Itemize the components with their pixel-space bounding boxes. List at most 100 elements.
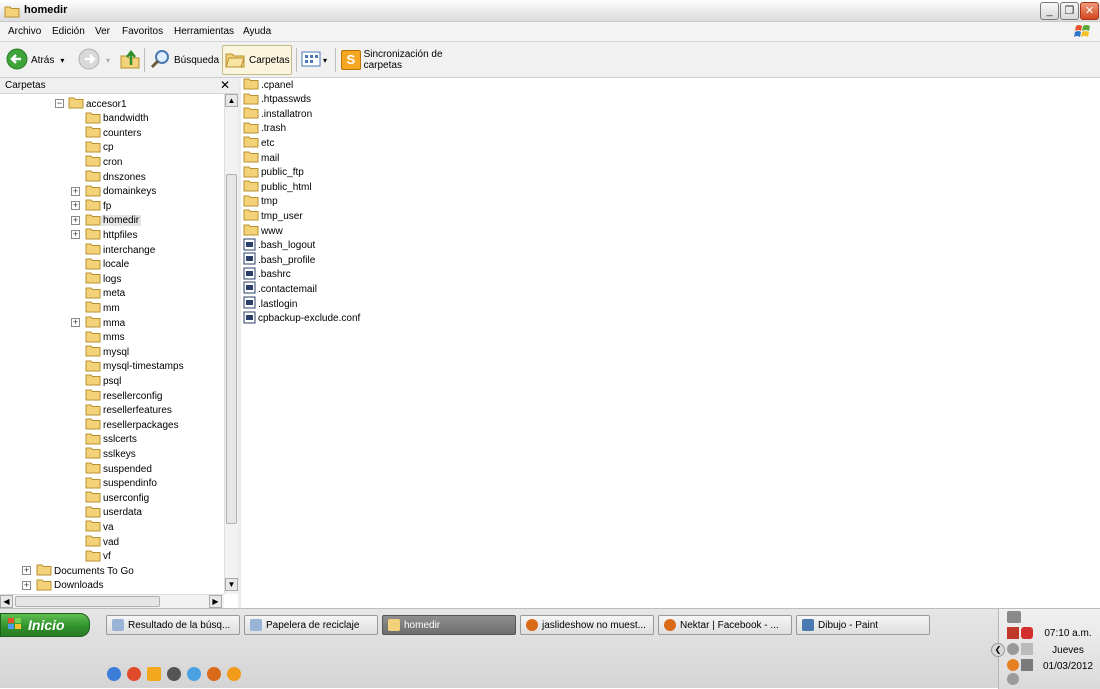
- expand-toggle[interactable]: +: [71, 215, 80, 225]
- sync-folders-button[interactable]: S Sincronización de carpetas: [341, 45, 481, 75]
- scroll-right-button[interactable]: ▶: [209, 595, 222, 608]
- back-dropdown-icon[interactable]: ▾: [60, 56, 64, 65]
- tree-item[interactable]: logs: [85, 272, 123, 286]
- up-folder-button[interactable]: [119, 45, 141, 75]
- file-item[interactable]: .bash_logout: [243, 238, 315, 253]
- menu-ver[interactable]: Ver: [95, 26, 110, 37]
- file-item[interactable]: .lastlogin: [243, 296, 297, 311]
- expand-toggle[interactable]: +: [71, 201, 80, 211]
- tree-item[interactable]: Downloads: [36, 579, 105, 593]
- security-icon[interactable]: [1021, 627, 1033, 639]
- tree-item[interactable]: userconfig: [85, 491, 151, 505]
- tree-item[interactable]: cp: [85, 141, 116, 155]
- taskbar-button[interactable]: Resultado de la búsq...: [106, 615, 240, 635]
- quick-launch-ie-icon[interactable]: [107, 667, 121, 681]
- maximize-button[interactable]: ❐: [1060, 2, 1079, 20]
- tree-item[interactable]: bandwidth: [85, 112, 151, 126]
- views-dropdown-icon[interactable]: ▾: [323, 56, 327, 65]
- tree-item[interactable]: interchange: [85, 243, 157, 257]
- tree-item[interactable]: mma: [85, 316, 127, 330]
- clock-time[interactable]: 07:10 a.m.: [1039, 628, 1097, 639]
- file-item[interactable]: cpbackup-exclude.conf: [243, 311, 360, 326]
- menu-ayuda[interactable]: Ayuda: [243, 26, 271, 37]
- close-folders-pane-button[interactable]: ✕: [220, 78, 230, 92]
- close-button[interactable]: ✕: [1080, 2, 1099, 20]
- update-icon[interactable]: [1007, 643, 1019, 655]
- scroll-down-button[interactable]: ▼: [225, 578, 238, 591]
- file-item[interactable]: .contactemail: [243, 281, 317, 296]
- tree-item[interactable]: mms: [85, 331, 127, 345]
- tree-horizontal-scrollbar[interactable]: ◀ ▶: [0, 594, 224, 608]
- tree-item[interactable]: mm: [85, 301, 122, 315]
- folder-item[interactable]: tmp: [243, 195, 278, 209]
- minimize-button[interactable]: _: [1040, 2, 1059, 20]
- tree-item[interactable]: fp: [85, 199, 113, 213]
- expand-toggle[interactable]: +: [22, 566, 31, 576]
- collapse-toggle[interactable]: −: [55, 99, 64, 108]
- app-tray-icon[interactable]: [1007, 659, 1019, 671]
- tree-item[interactable]: vf: [85, 550, 113, 564]
- tree-item[interactable]: mysql-timestamps: [85, 360, 186, 374]
- tree-item[interactable]: mysql: [85, 345, 131, 359]
- folder-item[interactable]: etc: [243, 136, 274, 150]
- forward-dropdown-icon[interactable]: ▾: [106, 56, 110, 65]
- tree-item[interactable]: domainkeys: [85, 185, 158, 199]
- tree-vertical-scrollbar[interactable]: ▲ ▼: [224, 94, 238, 594]
- device-icon[interactable]: [1021, 643, 1033, 655]
- tree-item[interactable]: counters: [85, 126, 143, 140]
- tree-item[interactable]: psql: [85, 374, 123, 388]
- tree-item[interactable]: accesor1: [68, 97, 129, 111]
- quick-launch-messenger-icon[interactable]: [187, 667, 201, 681]
- expand-toggle[interactable]: +: [71, 186, 80, 196]
- forward-button[interactable]: ▾: [78, 45, 114, 75]
- folder-item[interactable]: public_html: [243, 180, 312, 194]
- tree-item[interactable]: sslcerts: [85, 433, 139, 447]
- menu-edicion[interactable]: Edición: [52, 26, 85, 37]
- tree-item[interactable]: resellerconfig: [85, 389, 164, 403]
- folder-item[interactable]: mail: [243, 151, 279, 165]
- flag-icon[interactable]: [1007, 627, 1019, 639]
- menu-archivo[interactable]: Archivo: [8, 26, 41, 37]
- folder-item[interactable]: .trash: [243, 122, 286, 136]
- menu-herramientas[interactable]: Herramientas: [174, 26, 234, 37]
- folder-item[interactable]: .installatron: [243, 107, 312, 121]
- search-button[interactable]: Búsqueda: [150, 45, 219, 75]
- taskbar-button[interactable]: Papelera de reciclaje: [244, 615, 378, 635]
- tree-item[interactable]: httpfiles: [85, 228, 139, 242]
- quick-launch-browser-icon[interactable]: [227, 667, 241, 681]
- tree-item[interactable]: resellerfeatures: [85, 404, 174, 418]
- tree-item[interactable]: homedir: [85, 214, 142, 228]
- tree-item[interactable]: sslkeys: [85, 447, 138, 461]
- tree-item[interactable]: va: [85, 520, 116, 534]
- tree-item[interactable]: meta: [85, 287, 127, 301]
- scroll-left-button[interactable]: ◀: [0, 595, 13, 608]
- menu-favoritos[interactable]: Favoritos: [122, 26, 163, 37]
- folders-button[interactable]: Carpetas: [222, 45, 292, 75]
- tree-item[interactable]: vad: [85, 535, 121, 549]
- folder-item[interactable]: tmp_user: [243, 209, 303, 223]
- tree-item[interactable]: locale: [85, 258, 131, 272]
- folder-item[interactable]: .htpasswds: [243, 93, 311, 107]
- monitor-icon[interactable]: [1021, 659, 1033, 671]
- quick-launch-media-icon[interactable]: [167, 667, 181, 681]
- scroll-up-button[interactable]: ▲: [225, 94, 238, 107]
- file-item[interactable]: .bash_profile: [243, 252, 315, 267]
- quick-launch-chrome-icon[interactable]: [127, 667, 141, 681]
- views-button[interactable]: ▾: [301, 45, 331, 75]
- back-button[interactable]: Atrás ▾: [6, 45, 72, 75]
- tree-item[interactable]: dnszones: [85, 170, 148, 184]
- network-icon[interactable]: [1007, 611, 1021, 623]
- quick-launch-app-icon[interactable]: [147, 667, 161, 681]
- expand-toggle[interactable]: +: [22, 580, 31, 590]
- folder-item[interactable]: public_ftp: [243, 166, 304, 180]
- tree-item[interactable]: cron: [85, 155, 124, 169]
- taskbar-button[interactable]: jaslideshow no muest...: [520, 615, 654, 635]
- tree-item[interactable]: Documents To Go: [36, 564, 136, 578]
- taskbar-button[interactable]: homedir: [382, 615, 516, 635]
- expand-toggle[interactable]: +: [71, 318, 80, 327]
- horizontal-scroll-thumb[interactable]: [15, 596, 160, 607]
- tree-item[interactable]: suspended: [85, 462, 154, 476]
- taskbar-button[interactable]: Nektar | Facebook - ...: [658, 615, 792, 635]
- folder-item[interactable]: .cpanel: [243, 78, 293, 92]
- start-button[interactable]: Inicio: [0, 613, 90, 637]
